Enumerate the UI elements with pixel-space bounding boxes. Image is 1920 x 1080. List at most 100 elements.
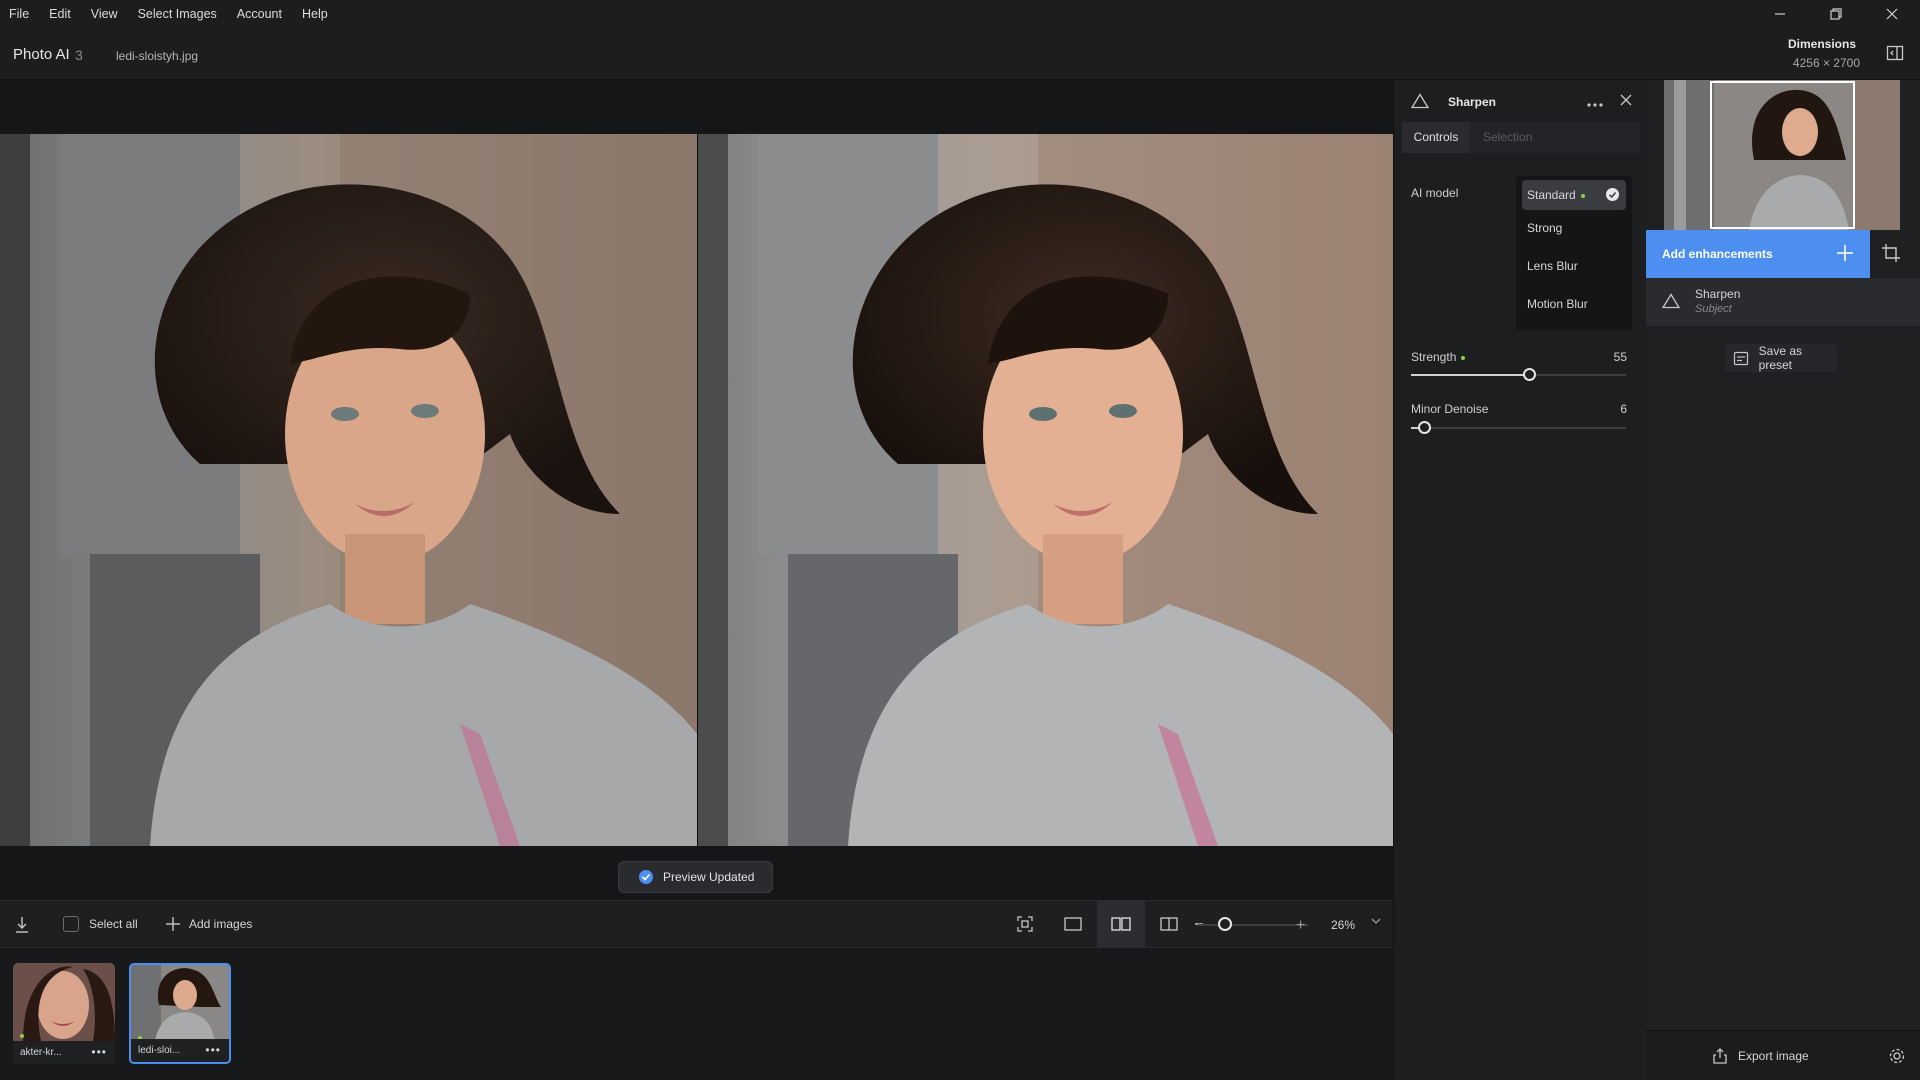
file-name: ledi-sloistyh.jpg	[116, 49, 199, 63]
right-panel: Add enhancements Sharpen Subject Save as…	[1646, 80, 1920, 1080]
close-icon	[1886, 8, 1898, 20]
add-images-button[interactable]: Add images	[165, 916, 252, 932]
preview-updated-toast: Preview Updated	[618, 861, 773, 893]
ai-model-option-standard[interactable]: Standard	[1522, 180, 1626, 210]
menu-view[interactable]: View	[81, 0, 128, 28]
panel-toggle-button[interactable]	[1886, 44, 1904, 62]
panel-tabs: Controls Selection	[1402, 122, 1640, 153]
check-circle-icon	[1606, 188, 1619, 201]
more-options-icon[interactable]: •••	[205, 1043, 221, 1057]
tab-selection[interactable]: Selection	[1483, 122, 1532, 153]
select-all-label: Select all	[89, 917, 138, 931]
ai-model-label: AI model	[1411, 186, 1459, 200]
navigator-viewport-frame[interactable]	[1710, 81, 1855, 229]
menu-help[interactable]: Help	[292, 0, 338, 28]
zoom-slider-handle[interactable]	[1218, 917, 1232, 931]
filmstrip-thumb[interactable]: akter-kr... •••	[13, 963, 115, 1064]
zoom-level[interactable]: 26%	[1331, 918, 1355, 932]
strength-slider-handle[interactable]	[1523, 368, 1536, 381]
option-label: Standard	[1527, 188, 1576, 202]
check-circle-icon	[639, 870, 653, 884]
crop-icon	[1882, 244, 1900, 262]
panel-close-button[interactable]	[1620, 94, 1632, 109]
strength-value[interactable]: 55	[1614, 350, 1627, 364]
ai-model-dropdown[interactable]: Standard Strong Lens Blur Motion Blur	[1516, 176, 1632, 330]
add-enhancements-label: Add enhancements	[1662, 247, 1773, 261]
fit-screen-button[interactable]	[1001, 901, 1049, 947]
minor-denoise-slider-handle[interactable]	[1418, 421, 1431, 434]
enhanced-image[interactable]	[698, 134, 1393, 846]
split-view-icon	[1160, 917, 1178, 931]
side-by-side-icon	[1111, 917, 1131, 931]
minor-denoise-slider[interactable]	[1411, 421, 1626, 434]
navigator-thumbnail[interactable]	[1664, 80, 1900, 230]
strength-slider-fill	[1411, 374, 1529, 376]
strength-slider[interactable]	[1411, 368, 1626, 381]
panel-more-button[interactable]	[1586, 97, 1604, 111]
chevron-down-icon	[1371, 918, 1381, 924]
ai-model-option-lens-blur[interactable]: Lens Blur	[1522, 251, 1626, 281]
zoom-dropdown-button[interactable]	[1370, 915, 1382, 930]
restore-icon	[1830, 8, 1842, 20]
ai-model-option-strong[interactable]: Strong	[1522, 213, 1626, 243]
add-images-label: Add images	[189, 917, 253, 931]
panel-toggle-icon	[1886, 45, 1904, 61]
single-view-button[interactable]	[1049, 901, 1097, 947]
bottom-toolbar: Select all Add images + 26%	[0, 900, 1393, 948]
download-arrow-icon	[16, 917, 28, 933]
dimensions-value: 4256 × 2700	[1792, 56, 1860, 70]
status-dot	[20, 1034, 24, 1038]
status-dot	[1461, 355, 1466, 360]
app-window: File Edit View Select Images Account Hel…	[0, 0, 1920, 1080]
app-name: Photo AI	[13, 46, 70, 63]
thumbnail-image	[13, 963, 115, 1041]
menu-edit[interactable]: Edit	[39, 0, 81, 28]
save-as-preset-label: Save as preset	[1758, 344, 1803, 372]
side-by-side-view-button[interactable]	[1097, 901, 1145, 947]
sharpen-panel: Sharpen Controls Selection AI model Stan…	[1393, 80, 1646, 1080]
filmstrip: akter-kr... ••• ledi-sloi... •••	[0, 948, 1393, 1080]
app-header: Photo AI 3 ledi-sloistyh.jpg Dimensions …	[0, 28, 1920, 80]
enhancement-item-sharpen[interactable]: Sharpen Subject	[1646, 278, 1920, 326]
select-all-checkbox[interactable]: Select all	[63, 916, 138, 932]
tab-controls[interactable]: Controls	[1402, 122, 1470, 153]
collapse-filmstrip-button[interactable]	[13, 914, 31, 937]
minor-denoise-value[interactable]: 6	[1620, 402, 1627, 416]
strength-label-text: Strength	[1411, 350, 1457, 364]
original-image[interactable]	[0, 134, 697, 846]
minor-denoise-label: Minor Denoise	[1411, 402, 1489, 416]
preset-icon	[1733, 351, 1749, 366]
enhancement-subtitle: Subject	[1695, 303, 1732, 315]
menu-account[interactable]: Account	[227, 0, 292, 28]
sharpen-icon	[1662, 293, 1680, 309]
save-as-preset-button[interactable]: Save as preset	[1725, 344, 1837, 372]
restore-button[interactable]	[1808, 0, 1864, 28]
app-version: 3	[75, 47, 83, 63]
minimize-button[interactable]	[1752, 0, 1808, 28]
export-image-button[interactable]: Export image	[1712, 1047, 1809, 1065]
filmstrip-thumb-selected[interactable]: ledi-sloi... •••	[129, 963, 231, 1064]
dimensions-label: Dimensions	[1787, 37, 1856, 51]
strength-label: Strength	[1411, 350, 1466, 364]
preview-area[interactable]: Preview Updated	[0, 80, 1393, 900]
close-icon	[1620, 94, 1632, 106]
more-options-icon[interactable]: •••	[91, 1045, 107, 1059]
sharpen-icon	[1410, 93, 1430, 112]
share-export-icon	[1713, 1048, 1727, 1064]
checkbox-box[interactable]	[63, 916, 79, 932]
status-dot	[1580, 193, 1585, 198]
enhancement-name: Sharpen	[1695, 287, 1741, 301]
ai-model-option-motion-blur[interactable]: Motion Blur	[1522, 289, 1626, 319]
export-bar: Export image	[1646, 1030, 1920, 1080]
focus-frame-icon	[1017, 916, 1033, 932]
split-view-button[interactable]	[1145, 901, 1193, 947]
export-settings-button[interactable]	[1888, 1047, 1906, 1068]
thumbnail-image	[131, 965, 229, 1041]
zoom-slider[interactable]	[1198, 924, 1308, 926]
menu-select-images[interactable]: Select Images	[128, 0, 227, 28]
zoom-in-button[interactable]: +	[1296, 917, 1305, 935]
crop-button[interactable]	[1880, 242, 1904, 266]
add-enhancements-button[interactable]: Add enhancements	[1646, 230, 1870, 278]
close-window-button[interactable]	[1864, 0, 1920, 28]
menu-file[interactable]: File	[0, 0, 39, 28]
